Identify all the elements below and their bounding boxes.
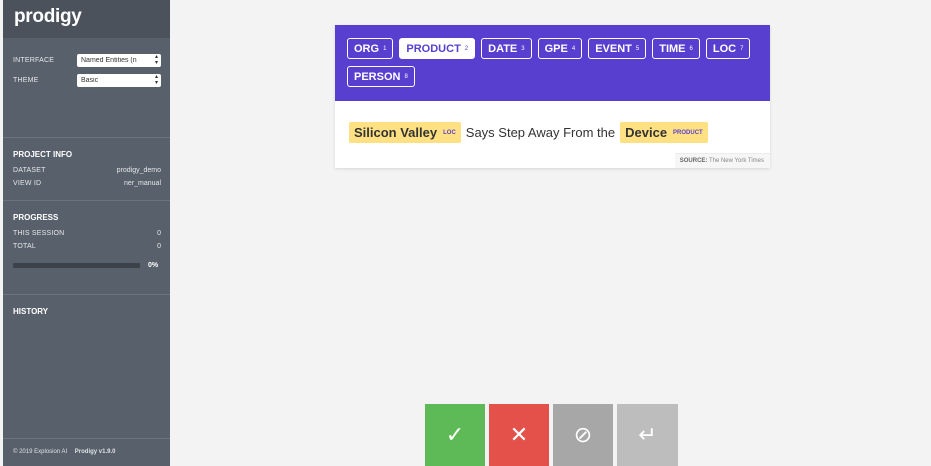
label-key: 2 xyxy=(464,45,469,52)
sidebar: prodigy INTERFACE Named Entities (n ▴ ▾ T… xyxy=(3,0,170,466)
logo-bar: prodigy xyxy=(3,0,170,38)
theme-select[interactable]: Basic ▴ ▾ xyxy=(77,73,161,87)
sidebar-footer: © 2019 Explosion AI Prodigy v1.9.0 xyxy=(3,438,170,466)
label-key: 3 xyxy=(521,45,525,52)
project-info-title: PROJECT INFO xyxy=(13,150,73,159)
label-name: LOC xyxy=(712,42,737,55)
label-bar: ORG 1 PRODUCT 2 DATE 3 GPE 4 EVENT 5 TIME 6 LO… xyxy=(335,25,770,101)
entity-text: Silicon Valley xyxy=(354,125,438,140)
undo-icon: ↵ xyxy=(638,422,657,447)
label-name: TIME xyxy=(659,42,686,55)
label-key: 5 xyxy=(635,45,640,52)
task-text[interactable]: Silicon Valley LOC Says Step Away From t… xyxy=(335,101,770,149)
label-button-time[interactable]: TIME 6 xyxy=(652,38,700,59)
history-title: HISTORY xyxy=(13,307,49,316)
interface-select[interactable]: Named Entities (n ▴ ▾ xyxy=(77,53,161,67)
view-id-label: VIEW ID xyxy=(13,180,42,187)
progress-section: PROGRESS THIS SESSION 0 TOTAL 0 0% xyxy=(3,201,170,295)
interface-setting: INTERFACE Named Entities (n ▴ ▾ xyxy=(13,50,161,70)
source-label: SOURCE: xyxy=(679,158,708,164)
dataset-value: prodigy_demo xyxy=(116,167,161,174)
theme-label: THEME xyxy=(13,76,39,84)
version-text: Prodigy v1.9.0 xyxy=(74,449,116,455)
label-key: 4 xyxy=(571,45,576,52)
label-name: ORG xyxy=(354,42,380,55)
label-button-loc[interactable]: LOC 7 xyxy=(705,38,751,59)
label-name: PERSON xyxy=(354,70,401,83)
select-arrows-icon: ▴ ▾ xyxy=(154,54,158,66)
app-logo: prodigy xyxy=(14,6,82,27)
select-arrows-icon: ▴ ▾ xyxy=(154,74,158,86)
label-button-product[interactable]: PRODUCT 2 xyxy=(399,38,476,59)
interface-label: INTERFACE xyxy=(13,56,55,64)
entity-text: Device xyxy=(625,125,668,140)
label-name: EVENT xyxy=(595,42,632,55)
label-key: 8 xyxy=(404,73,408,80)
entity-span[interactable]: Device PRODUCT xyxy=(620,122,708,143)
check-icon: ✓ xyxy=(445,422,465,447)
progress-bar-wrap: 0% xyxy=(13,262,161,269)
label-button-event[interactable]: EVENT 5 xyxy=(588,38,647,59)
reject-button[interactable]: ✕ xyxy=(489,404,549,466)
progress-bar xyxy=(13,263,140,268)
dataset-row: DATASET prodigy_demo xyxy=(13,167,161,180)
theme-setting: THEME Basic ▴ ▾ xyxy=(13,70,161,90)
plain-text: Says Step Away From the xyxy=(465,125,616,140)
view-id-value: ner_manual xyxy=(124,180,161,187)
ban-icon: ⊘ xyxy=(573,422,593,447)
label-key: 6 xyxy=(689,45,693,52)
label-name: DATE xyxy=(488,42,518,55)
label-name: GPE xyxy=(544,42,568,55)
total-label: TOTAL xyxy=(13,243,36,250)
session-label: THIS SESSION xyxy=(13,230,65,237)
total-row: TOTAL 0 xyxy=(13,243,161,256)
entity-label: PRODUCT xyxy=(673,129,703,136)
source-value: The New York Times xyxy=(708,158,764,164)
entity-span[interactable]: Silicon Valley LOC xyxy=(349,122,461,143)
progress-title: PROGRESS xyxy=(13,213,59,222)
annotation-card: ORG 1 PRODUCT 2 DATE 3 GPE 4 EVENT 5 TIME 6 LO… xyxy=(335,25,770,168)
label-name: PRODUCT xyxy=(406,42,461,55)
total-value: 0 xyxy=(157,243,161,250)
entity-label: LOC xyxy=(443,129,456,136)
accept-button[interactable]: ✓ xyxy=(425,404,485,466)
session-row: THIS SESSION 0 xyxy=(13,230,161,243)
history-section: HISTORY xyxy=(3,295,170,316)
source-meta: SOURCE: The New York Times xyxy=(674,153,770,168)
interface-select-value: Named Entities (n xyxy=(81,56,137,64)
label-key: 1 xyxy=(383,45,387,52)
undo-button[interactable]: ↵ xyxy=(617,404,678,466)
theme-select-value: Basic xyxy=(81,76,99,84)
session-value: 0 xyxy=(157,230,161,237)
settings-panel: INTERFACE Named Entities (n ▴ ▾ THEME Bas… xyxy=(3,38,170,138)
project-info-section: PROJECT INFO DATASET prodigy_demo VIEW I… xyxy=(3,138,170,201)
x-icon: ✕ xyxy=(509,422,529,447)
dataset-label: DATASET xyxy=(13,167,46,174)
label-button-org[interactable]: ORG 1 xyxy=(347,38,394,59)
copyright-text: © 2019 Explosion AI xyxy=(13,449,68,455)
label-button-person[interactable]: PERSON 8 xyxy=(347,66,415,87)
ignore-button[interactable]: ⊘ xyxy=(553,404,613,466)
progress-percent: 0% xyxy=(148,262,159,269)
label-button-gpe[interactable]: GPE 4 xyxy=(537,38,583,59)
view-id-row: VIEW ID ner_manual xyxy=(13,180,161,193)
action-buttons: ✓ ✕ ⊘ ↵ xyxy=(425,404,678,466)
label-key: 7 xyxy=(740,45,744,52)
label-button-date[interactable]: DATE 3 xyxy=(481,38,532,59)
